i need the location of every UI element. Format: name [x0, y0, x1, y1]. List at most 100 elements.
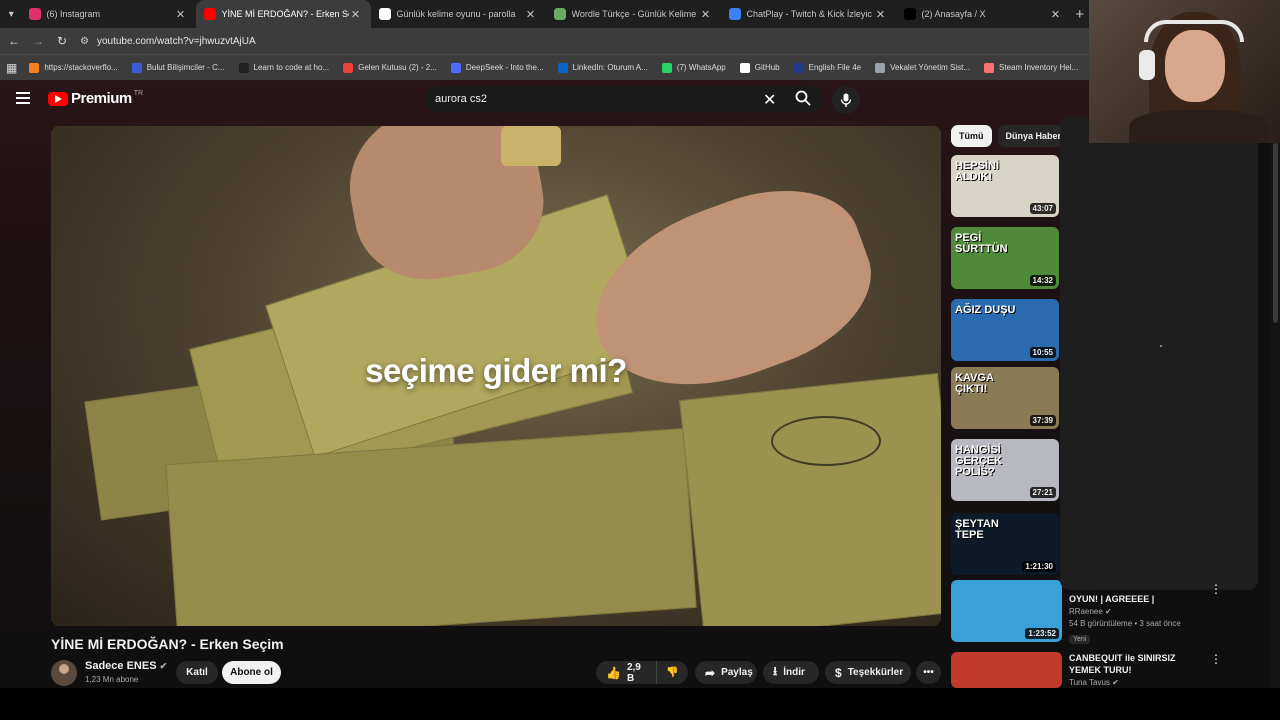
youtube-play-icon — [48, 91, 68, 106]
verified-icon: ✔ — [159, 661, 168, 671]
bookmark-label: Steam Inventory Hel... — [999, 63, 1079, 72]
address-bar[interactable]: ⚙ youtube.com/watch?v=jhwuzvtAjUA — [80, 31, 256, 51]
recommended-thumbnail[interactable]: HEPSİNİ ALDIK! 43:07 — [951, 155, 1059, 217]
bookmark-1[interactable]: Bulut Bilişimciler - C... — [131, 62, 225, 73]
logo-text: Premium — [71, 90, 132, 107]
subscriber-count: 1,23 Mn abone — [85, 675, 139, 684]
recommended-thumbnail[interactable] — [951, 652, 1062, 688]
close-tab-icon[interactable]: ✕ — [699, 8, 713, 21]
recommended-item-info[interactable]: CANBEQUIT ile SINIRSIZ YEMEK TURU! Tuna … — [1069, 652, 1209, 687]
more-actions-icon[interactable]: ••• — [916, 661, 941, 684]
like-button[interactable]: 👍 2,9 B — [596, 661, 656, 684]
recommended-thumbnail[interactable]: HANGİSİ GERÇEK POLİS? 27:21 — [951, 439, 1059, 501]
menu-icon[interactable] — [16, 92, 30, 104]
clear-search-icon[interactable]: ✕ — [763, 90, 776, 110]
page-scrollbar[interactable] — [1271, 143, 1280, 688]
webcam-overlay — [1089, 0, 1280, 143]
tab-0[interactable]: (6) Instagram ✕ — [21, 0, 196, 28]
close-tab-icon[interactable]: ✕ — [349, 8, 363, 21]
filter-chips: Tümü Dünya Haberl — [951, 125, 1078, 147]
more-options-icon[interactable]: ⋮ — [1210, 652, 1222, 666]
bookmark-8[interactable]: English File 4e — [793, 62, 862, 73]
bookmark-5[interactable]: LinkedIn: Oturum A... — [557, 62, 648, 73]
close-tab-icon[interactable]: ✕ — [524, 8, 538, 21]
share-icon: ➦ — [705, 665, 716, 680]
thumbnail-text: HANGİSİ GERÇEK POLİS? — [955, 444, 1003, 478]
bottom-bar — [0, 688, 1280, 720]
voice-search-icon[interactable] — [832, 86, 860, 114]
bookmark-label: English File 4e — [808, 63, 862, 72]
bookmark-label: https://stackoverflo... — [44, 63, 118, 72]
download-button[interactable]: ⭳ İndir — [763, 661, 819, 684]
new-tab-button[interactable]: + — [1071, 6, 1090, 23]
bookmark-label: GitHub — [754, 63, 780, 72]
bookmark-label: LinkedIn: Oturum A... — [572, 63, 648, 72]
tab-title: Wordle Türkçe - Günlük Kelime — [571, 9, 697, 19]
more-options-icon[interactable]: ⋮ — [1210, 582, 1222, 596]
tab-2[interactable]: Günlük kelime oyunu - parolla ✕ — [371, 0, 546, 28]
bookmark-label: DeepSeek - Into the... — [465, 63, 544, 72]
bookmark-10[interactable]: Steam Inventory Hel... — [984, 62, 1079, 73]
tab-search-icon[interactable]: ▾ — [2, 0, 21, 28]
bookmark-4[interactable]: DeepSeek - Into the... — [450, 62, 544, 73]
thumbnail-text: PEGİ SÜRTTÜN — [955, 232, 1008, 255]
join-button[interactable]: Katıl — [176, 661, 218, 684]
back-icon[interactable]: ← — [2, 34, 26, 48]
bookmark-2[interactable]: Learn to code at ho... — [238, 62, 329, 73]
reload-icon[interactable]: ↻ — [50, 34, 74, 48]
close-tab-icon[interactable]: ✕ — [874, 8, 888, 21]
channel-name[interactable]: Sadece ENES ✔ — [85, 660, 167, 672]
chip-all[interactable]: Tümü — [951, 125, 992, 147]
thanks-label: Teşekkürler — [847, 667, 904, 678]
tab-title: Günlük kelime oyunu - parolla — [396, 9, 516, 19]
video-overlay-caption: seçime gider mi? — [365, 352, 627, 389]
recommended-thumbnail[interactable]: KAVGA ÇIKTI! 37:39 — [951, 367, 1059, 429]
search-input[interactable]: aurora cs2 ✕ — [425, 86, 823, 112]
channel-avatar[interactable] — [51, 660, 77, 686]
channel-row: Sadece ENES ✔ 1,23 Mn abone Katıl Abone … — [51, 658, 941, 688]
recommended-thumbnail[interactable]: ŞEYTAN TEPE 1:21:30 — [951, 513, 1059, 575]
forward-icon[interactable]: → — [26, 34, 50, 48]
tab-1[interactable]: YİNE Mİ ERDOĞAN? - Erken Seç ✕ — [195, 0, 371, 28]
chatplay-icon — [728, 8, 741, 20]
bookmark-favicon-icon — [793, 62, 804, 73]
bookmark-6[interactable]: (7) WhatsApp — [661, 62, 726, 73]
search-icon[interactable] — [795, 90, 811, 106]
thanks-button[interactable]: $ Teşekkürler — [825, 661, 911, 684]
recommended-thumbnail[interactable]: AĞIZ DUŞU 10:55 — [951, 299, 1059, 361]
bookmark-9[interactable]: Vekalet Yönetim Sist... — [875, 62, 970, 73]
thumbs-down-icon: 👎 — [666, 667, 679, 678]
bookmark-7[interactable]: GitHub — [739, 62, 780, 73]
thumbnail-text: HEPSİNİ ALDIK! — [955, 160, 1000, 183]
youtube-header: Premium TR aurora cs2 ✕ — [0, 80, 1089, 120]
close-tab-icon[interactable]: ✕ — [174, 8, 188, 21]
site-info-icon[interactable]: ⚙ — [80, 36, 89, 47]
bookmark-favicon-icon — [29, 62, 40, 73]
video-player[interactable]: seçime gider mi? — [51, 126, 941, 626]
bookmarks-bar: ▦ https://stackoverflo... Bulut Bilişimci… — [0, 54, 1089, 80]
youtube-icon — [203, 8, 216, 20]
close-tab-icon[interactable]: ✕ — [1049, 8, 1063, 21]
dislike-button[interactable]: 👎 — [656, 661, 688, 684]
recommended-thumbnail[interactable]: PEGİ SÜRTTÜN 14:32 — [951, 227, 1059, 289]
verified-icon: ✔ — [1112, 678, 1119, 687]
youtube-logo[interactable]: Premium TR — [48, 90, 143, 107]
bookmark-favicon-icon — [131, 62, 142, 73]
thumbs-up-icon: 👍 — [606, 665, 621, 680]
subscribe-button[interactable]: Abone ol — [222, 661, 281, 684]
apps-grid-icon[interactable]: ▦ — [6, 61, 17, 75]
video-duration: 37:39 — [1029, 415, 1056, 426]
bookmark-favicon-icon — [875, 62, 886, 73]
bookmark-favicon-icon — [661, 62, 672, 73]
bookmark-3[interactable]: Gelen Kutusu (2) - 2... — [343, 62, 437, 73]
tab-5[interactable]: (2) Anasayfa / X ✕ — [896, 0, 1071, 28]
bookmark-0[interactable]: https://stackoverflo... — [29, 62, 118, 73]
tab-4[interactable]: ChatPlay - Twitch & Kick İzleyic ✕ — [721, 0, 896, 28]
verified-icon: ✔ — [1105, 607, 1112, 616]
tab-title: (6) Instagram — [46, 9, 101, 19]
share-button[interactable]: ➦ Paylaş — [695, 661, 757, 684]
loading-dot — [1160, 345, 1162, 347]
tab-3[interactable]: Wordle Türkçe - Günlük Kelime ✕ — [546, 0, 721, 28]
recommended-item-info[interactable]: OYUN! | AGREEEE | RRaenee ✔ 54 B görüntü… — [1069, 593, 1209, 646]
recommended-thumbnail[interactable]: 1:23:52 — [951, 580, 1062, 642]
